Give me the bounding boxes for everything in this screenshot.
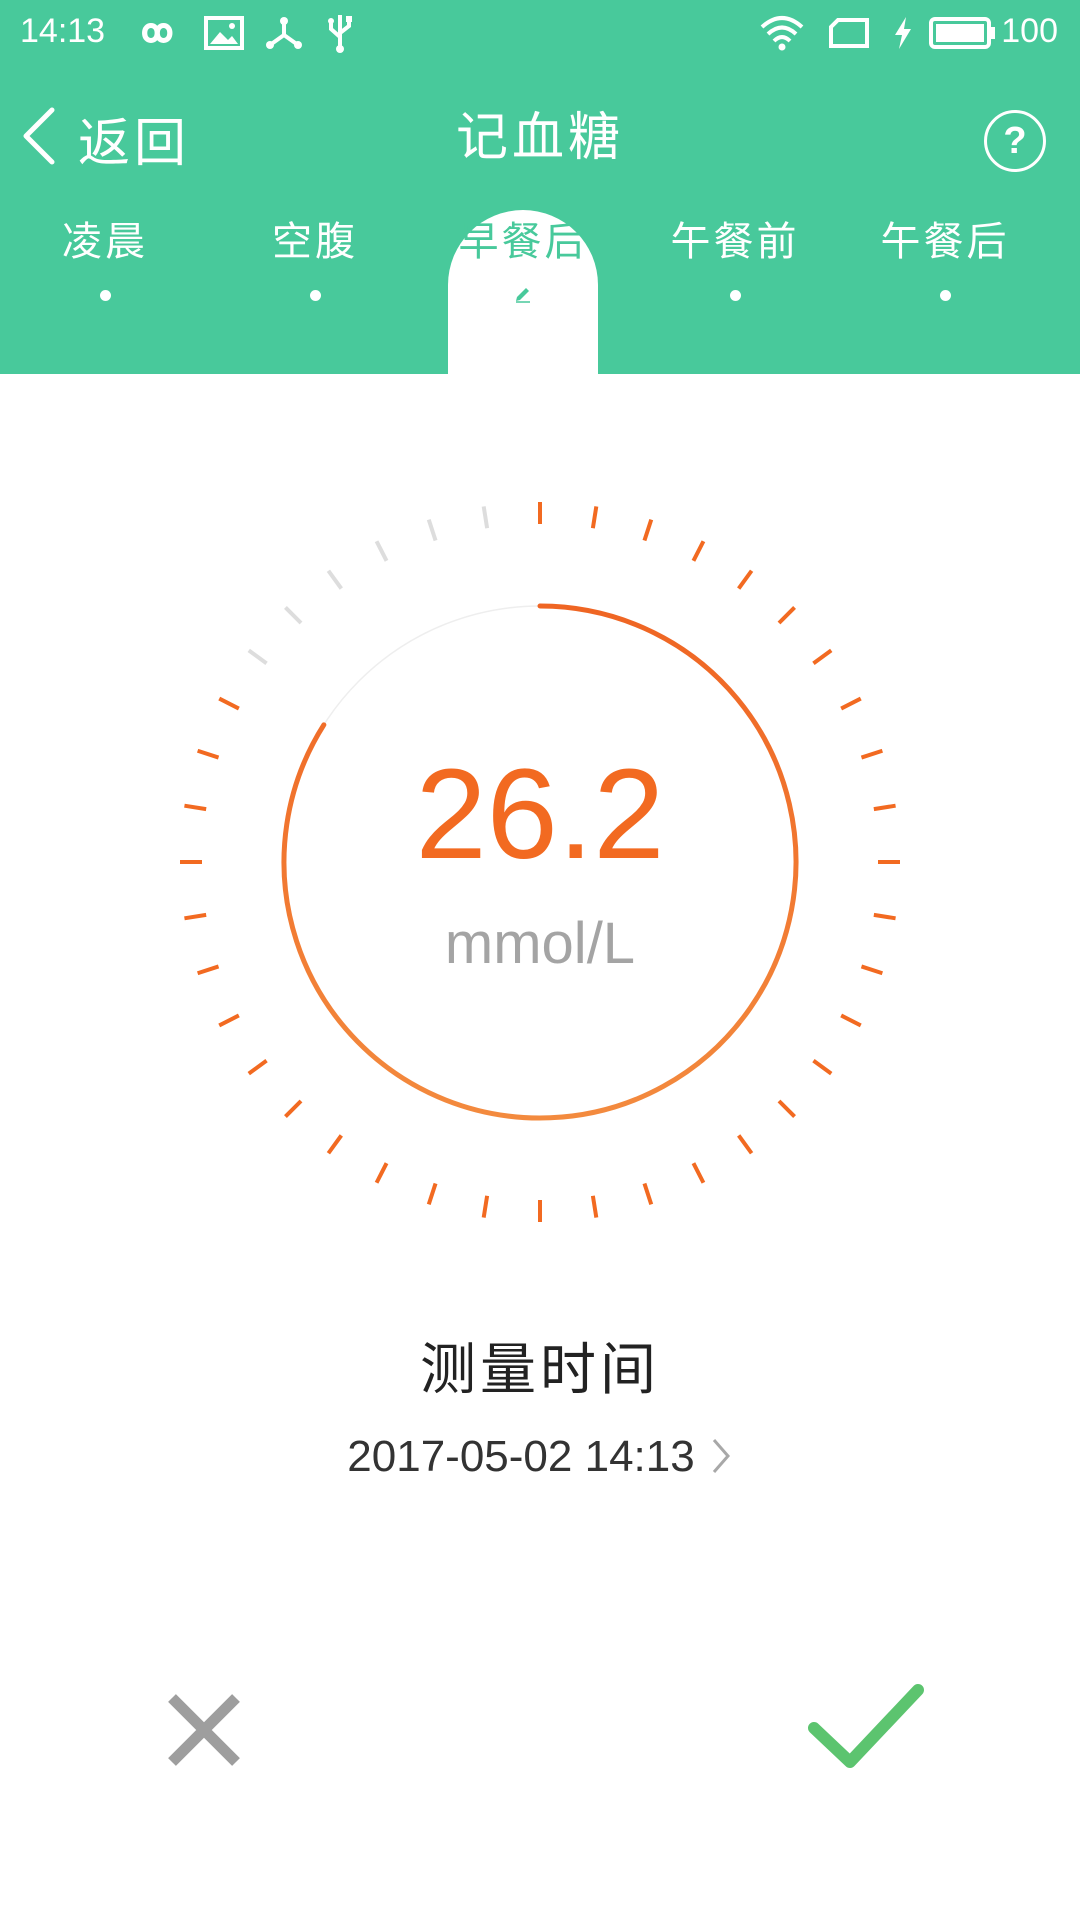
close-icon bbox=[154, 1694, 254, 1784]
gauge-tick bbox=[737, 1134, 754, 1155]
glucose-value: 26.2 bbox=[415, 743, 665, 886]
measurement-time-picker[interactable]: 2017-05-02 14:13 bbox=[0, 1432, 1080, 1482]
gauge-tick bbox=[590, 506, 599, 529]
gauge-tick bbox=[840, 1013, 862, 1028]
gauge-tick bbox=[777, 1099, 796, 1118]
glucose-gauge[interactable] bbox=[0, 0, 1080, 1240]
cancel-button[interactable] bbox=[154, 1680, 254, 1780]
gauge-tick bbox=[326, 1134, 343, 1155]
checkmark-icon bbox=[808, 1684, 928, 1784]
measurement-time-label: 测量时间 bbox=[420, 1338, 660, 1403]
measurement-datetime: 2017-05-02 14:13 bbox=[347, 1432, 695, 1481]
gauge-tick bbox=[426, 519, 438, 542]
gauge-tick bbox=[326, 569, 343, 590]
gauge-tick bbox=[777, 606, 796, 625]
gauge-tick bbox=[374, 1162, 389, 1184]
glucose-unit: mmol/L bbox=[444, 911, 636, 976]
gauge-tick bbox=[691, 1162, 706, 1184]
gauge-tick bbox=[481, 506, 490, 529]
gauge-tick bbox=[426, 1182, 438, 1205]
gauge-tick bbox=[812, 648, 833, 665]
gauge-tick bbox=[284, 606, 303, 625]
gauge-tick bbox=[284, 1099, 303, 1118]
gauge-tick bbox=[642, 519, 654, 542]
gauge-tick bbox=[247, 648, 268, 665]
gauge-tick bbox=[812, 1059, 833, 1076]
confirm-button[interactable] bbox=[808, 1680, 928, 1780]
chevron-right-icon bbox=[709, 1436, 733, 1480]
gauge-tick bbox=[840, 696, 862, 711]
gauge-tick bbox=[247, 1059, 268, 1076]
gauge-tick bbox=[590, 1195, 599, 1218]
gauge-tick bbox=[218, 696, 240, 711]
gauge-tick bbox=[481, 1195, 490, 1218]
gauge-tick bbox=[374, 540, 389, 562]
gauge-tick bbox=[737, 569, 754, 590]
gauge-tick bbox=[218, 1013, 240, 1028]
gauge-tick bbox=[642, 1182, 654, 1205]
gauge-tick bbox=[691, 540, 706, 562]
